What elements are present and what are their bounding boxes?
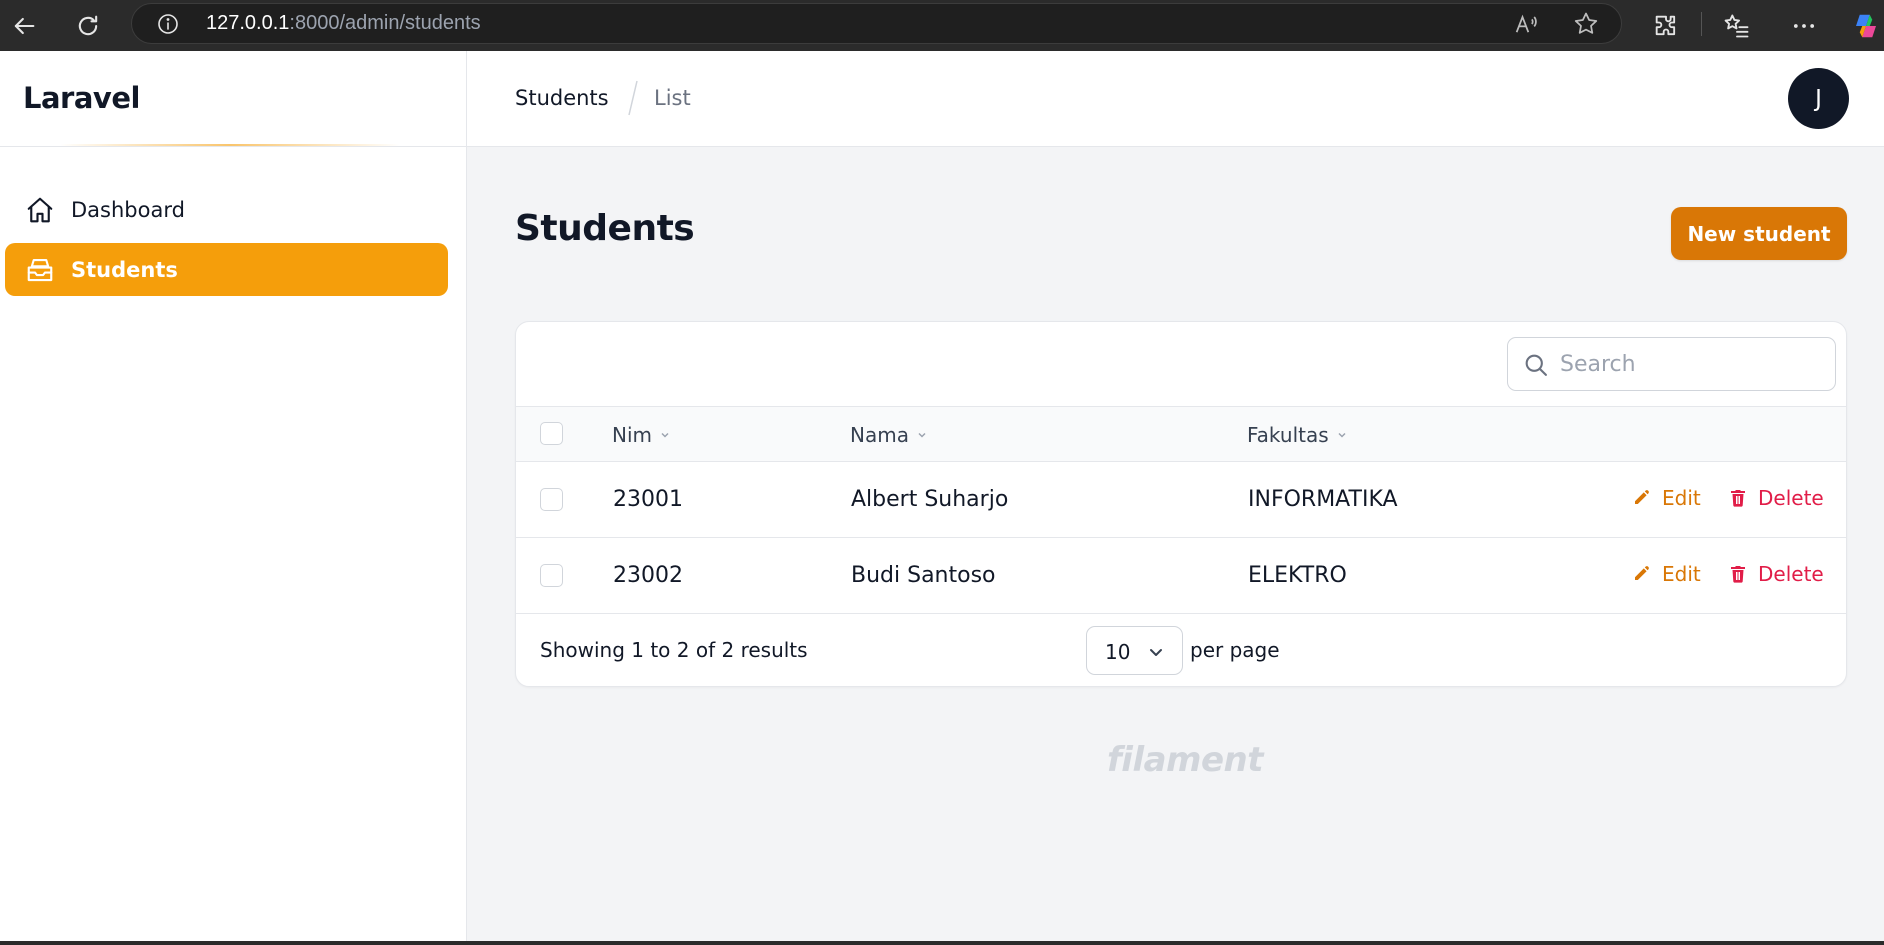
table-row: 23001 Albert Suharjo INFORMATIKA Edit De… <box>516 462 1846 538</box>
cell-fakultas: ELEKTRO <box>1248 563 1347 588</box>
pencil-icon <box>1635 490 1649 504</box>
favorites-list-icon[interactable] <box>1719 8 1755 44</box>
column-header-label: Fakultas <box>1247 423 1329 447</box>
window-bottom-edge <box>0 941 1884 945</box>
table-header: Nim Nama Fakultas <box>516 406 1846 462</box>
favorite-star-icon[interactable] <box>1572 10 1600 38</box>
read-aloud-icon[interactable] <box>1512 10 1540 38</box>
students-table: Nim Nama Fakultas 23001 Albert Suharjo I… <box>515 321 1847 687</box>
copilot-icon[interactable] <box>1848 8 1884 44</box>
toolbar-separator <box>1701 12 1702 36</box>
search-input[interactable] <box>1560 347 1820 381</box>
sidebar-item-students[interactable]: Students <box>5 243 448 296</box>
trash-icon <box>1731 566 1745 583</box>
cell-nim: 23002 <box>613 563 683 588</box>
search-icon <box>1522 351 1550 379</box>
home-icon <box>25 195 55 225</box>
breadcrumb-list[interactable]: List <box>654 86 691 110</box>
topbar: Students List J <box>467 51 1884 147</box>
browser-toolbar: 127.0.0.1:8000/admin/students <box>0 0 1884 51</box>
inbox-stack-icon <box>25 255 55 285</box>
chevron-down-icon <box>661 432 669 438</box>
trash-icon <box>1731 490 1745 507</box>
chevron-down-icon <box>1150 649 1162 656</box>
brand-divider <box>60 144 400 146</box>
breadcrumb-students[interactable]: Students <box>515 86 609 110</box>
cell-nim: 23001 <box>613 487 683 512</box>
address-bar[interactable]: 127.0.0.1:8000/admin/students <box>131 3 1622 44</box>
cell-nama: Budi Santoso <box>851 563 996 588</box>
filament-logo: filament <box>1107 740 1264 780</box>
chevron-down-icon <box>918 432 926 438</box>
url-host: 127.0.0.1 <box>206 12 290 34</box>
sidebar-item-dashboard[interactable]: Dashboard <box>5 183 448 236</box>
per-page-label: per page <box>1190 638 1280 662</box>
more-icon[interactable] <box>1786 8 1822 44</box>
edit-label: Edit <box>1662 486 1701 510</box>
brand-logo[interactable]: Laravel <box>23 81 140 115</box>
back-icon[interactable] <box>4 6 44 46</box>
column-header-label: Nim <box>612 423 652 447</box>
delete-label: Delete <box>1758 562 1824 586</box>
delete-label: Delete <box>1758 486 1824 510</box>
chevron-down-icon <box>1338 432 1346 438</box>
search-field[interactable] <box>1507 337 1836 391</box>
edit-button[interactable]: Edit <box>1632 562 1701 586</box>
per-page-select[interactable]: 10 <box>1086 626 1183 675</box>
sidebar-item-label: Dashboard <box>71 197 185 222</box>
extensions-icon[interactable] <box>1648 8 1684 44</box>
column-header-nama[interactable]: Nama <box>850 423 928 447</box>
info-icon[interactable] <box>156 12 180 36</box>
url-path: :8000/admin/students <box>289 12 481 34</box>
row-checkbox[interactable] <box>540 488 563 511</box>
row-checkbox[interactable] <box>540 564 563 587</box>
cell-nama: Albert Suharjo <box>851 487 1009 512</box>
breadcrumb-separator <box>627 79 638 117</box>
refresh-icon[interactable] <box>68 6 108 46</box>
column-header-nim[interactable]: Nim <box>612 423 671 447</box>
sidebar-header: Laravel <box>0 51 467 147</box>
edit-label: Edit <box>1662 562 1701 586</box>
results-summary: Showing 1 to 2 of 2 results <box>540 638 808 662</box>
delete-button[interactable]: Delete <box>1728 562 1824 586</box>
pencil-icon <box>1635 566 1649 580</box>
column-header-fakultas[interactable]: Fakultas <box>1247 423 1348 447</box>
per-page-value: 10 <box>1105 640 1131 664</box>
edit-button[interactable]: Edit <box>1632 486 1701 510</box>
url-text: 127.0.0.1:8000/admin/students <box>206 12 481 35</box>
cell-fakultas: INFORMATIKA <box>1248 487 1398 512</box>
pagination-footer: Showing 1 to 2 of 2 results 10 per page <box>516 614 1846 686</box>
new-student-button[interactable]: New student <box>1671 207 1847 260</box>
select-all-checkbox[interactable] <box>540 422 563 445</box>
delete-button[interactable]: Delete <box>1728 486 1824 510</box>
sidebar-item-label: Students <box>71 257 178 282</box>
column-header-label: Nama <box>850 423 909 447</box>
page-title: Students <box>515 208 695 249</box>
avatar[interactable]: J <box>1788 68 1849 129</box>
sidebar: Laravel Dashboard Students <box>0 51 467 945</box>
table-row: 23002 Budi Santoso ELEKTRO Edit Delete <box>516 538 1846 614</box>
